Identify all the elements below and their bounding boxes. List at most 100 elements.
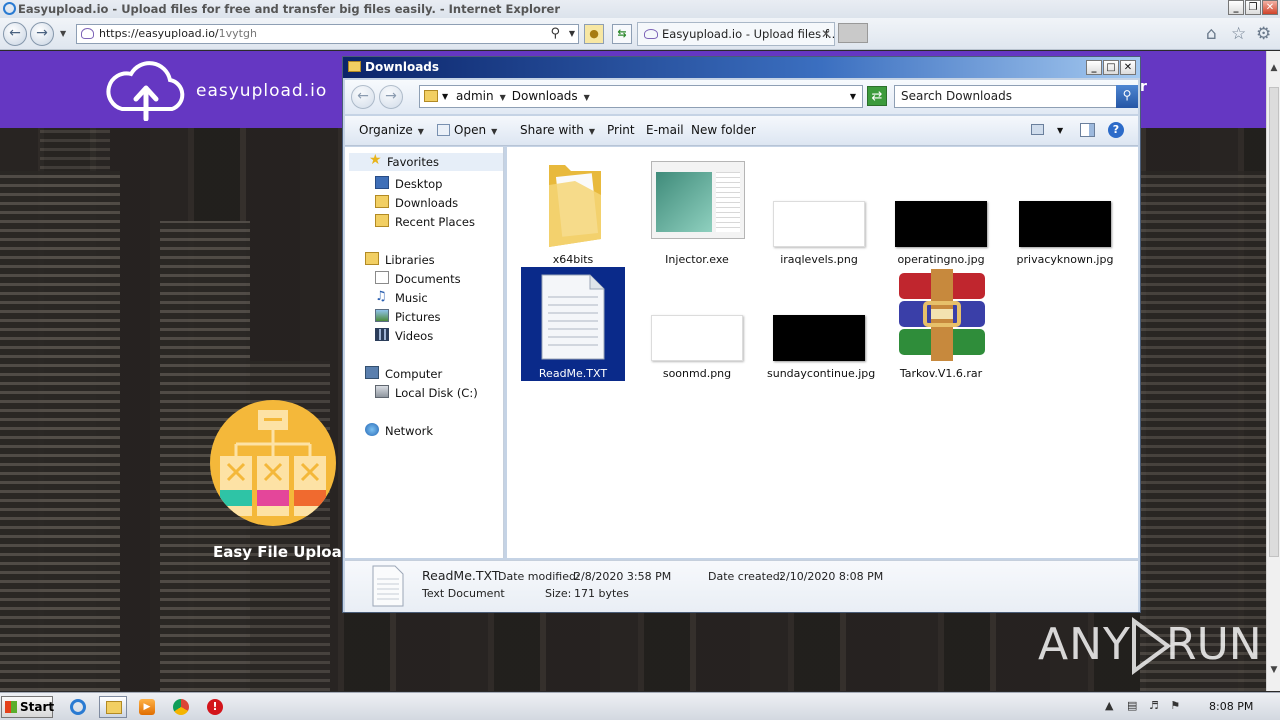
file-item[interactable]: x64bits bbox=[521, 153, 625, 267]
tab-favicon-icon bbox=[644, 29, 658, 39]
file-item[interactable]: operatingno.jpg bbox=[889, 153, 993, 267]
refresh-button[interactable]: ⇆ bbox=[612, 24, 632, 44]
explorer-back-button[interactable]: ← bbox=[351, 85, 375, 109]
search-input[interactable]: Search Downloads ⚲ bbox=[894, 85, 1138, 108]
search-button[interactable]: ⚲ bbox=[1116, 85, 1138, 108]
breadcrumb[interactable]: ▼ admin ▼ Downloads ▼ ▼ bbox=[419, 85, 863, 108]
search-icon[interactable]: ⚲ bbox=[550, 25, 560, 43]
tools-gear-icon[interactable]: ⚙ bbox=[1256, 26, 1271, 43]
history-dropdown-icon[interactable]: ▼ bbox=[60, 29, 66, 38]
recent-places-icon bbox=[375, 214, 389, 227]
back-button[interactable]: ← bbox=[3, 22, 27, 46]
network-tray-icon[interactable]: ▤ bbox=[1127, 699, 1137, 712]
details-modified-label: Date modified: bbox=[498, 570, 580, 583]
explorer-close-button[interactable]: ✕ bbox=[1120, 60, 1136, 75]
image-thumbnail-icon bbox=[773, 315, 865, 361]
nav-item-favorites[interactable]: ★ Favorites bbox=[349, 153, 503, 171]
file-name: iraqlevels.png bbox=[780, 253, 858, 266]
file-item[interactable]: Injector.exe bbox=[645, 153, 749, 267]
file-item[interactable]: iraqlevels.png bbox=[767, 153, 871, 267]
favorites-star-icon[interactable]: ☆ bbox=[1231, 26, 1246, 43]
taskbar-media-player[interactable]: ▶ bbox=[133, 696, 161, 718]
desktop-icon bbox=[375, 176, 389, 189]
share-with-label: Share with bbox=[520, 123, 584, 137]
folder-icon bbox=[549, 165, 601, 247]
file-item[interactable]: sundaycontinue.jpg bbox=[767, 267, 876, 381]
chevron-down-icon[interactable]: ▼ bbox=[584, 93, 590, 102]
file-name: Injector.exe bbox=[665, 253, 729, 266]
print-button[interactable]: Print bbox=[607, 123, 635, 137]
address-dropdown-icon[interactable]: ▼ bbox=[850, 86, 856, 107]
address-dropdown-icon[interactable]: ▼ bbox=[569, 25, 575, 43]
clock[interactable]: 8:08 PM bbox=[1209, 700, 1253, 713]
windows-logo-icon bbox=[5, 701, 17, 713]
address-bar[interactable]: https://easyupload.io/1vytgh ⚲ ▼ bbox=[76, 24, 579, 44]
refresh-icon: ⇄ bbox=[871, 89, 883, 104]
taskbar-internet-explorer[interactable] bbox=[64, 696, 92, 718]
scroll-thumb[interactable] bbox=[1269, 87, 1279, 557]
scroll-up-icon[interactable]: ▲ bbox=[1268, 63, 1280, 73]
feature-label: Easy File Upload bbox=[213, 543, 353, 561]
exe-thumbnail-icon bbox=[651, 161, 745, 239]
action-center-flag-icon[interactable]: ⚑ bbox=[1170, 699, 1180, 712]
breadcrumb-item-downloads[interactable]: Downloads bbox=[512, 89, 578, 103]
explorer-minimize-button[interactable]: _ bbox=[1086, 60, 1102, 75]
file-item[interactable]: privacyknown.jpg bbox=[1013, 153, 1117, 267]
tab-easyupload[interactable]: Easyupload.io - Upload files f... ✕ bbox=[637, 22, 835, 46]
start-button[interactable]: Start bbox=[1, 696, 54, 718]
organize-button[interactable]: Organize ▼ bbox=[359, 123, 424, 137]
taskbar-chrome[interactable] bbox=[167, 696, 195, 718]
file-item-selected[interactable]: ReadMe.TXT bbox=[521, 267, 625, 381]
minimize-button[interactable]: _ bbox=[1228, 0, 1244, 15]
preview-pane-icon[interactable] bbox=[1080, 123, 1095, 137]
chrome-icon bbox=[173, 699, 189, 715]
new-tab-button[interactable] bbox=[838, 23, 868, 43]
image-thumbnail-icon bbox=[773, 201, 865, 247]
view-options-icon[interactable] bbox=[1031, 124, 1044, 135]
help-icon[interactable]: ? bbox=[1108, 122, 1124, 138]
nav-label: Documents bbox=[395, 272, 461, 286]
watermark-text-left: ANY bbox=[1038, 619, 1131, 670]
open-button[interactable]: Open ▼ bbox=[437, 123, 497, 137]
new-folder-button[interactable]: New folder bbox=[691, 123, 756, 137]
file-name: sundaycontinue.jpg bbox=[767, 367, 876, 380]
page-scrollbar[interactable]: ▲ ▼ bbox=[1266, 51, 1280, 691]
explorer-refresh-button[interactable]: ⇄ bbox=[867, 86, 887, 106]
file-item[interactable]: soonmd.png bbox=[645, 267, 749, 381]
chevron-down-icon[interactable]: ▼ bbox=[1057, 126, 1063, 135]
tab-close-icon[interactable]: ✕ bbox=[821, 23, 831, 45]
cloud-upload-logo-icon[interactable] bbox=[100, 59, 192, 121]
close-button[interactable]: ✕ bbox=[1262, 0, 1278, 15]
forward-arrow-icon: → bbox=[36, 25, 48, 41]
email-button[interactable]: E-mail bbox=[646, 123, 684, 137]
command-bar: Organize ▼ Open ▼ Share with ▼ Print E-mail… bbox=[345, 116, 1138, 146]
breadcrumb-item-admin[interactable]: admin bbox=[456, 89, 494, 103]
explorer-forward-button[interactable]: → bbox=[379, 85, 403, 109]
explorer-titlebar[interactable]: Downloads _ □ ✕ bbox=[343, 57, 1140, 78]
security-lock-button[interactable]: ● bbox=[584, 24, 604, 44]
site-name[interactable]: easyupload.io bbox=[196, 81, 327, 101]
restore-button[interactable]: ❐ bbox=[1245, 0, 1261, 15]
scroll-down-icon[interactable]: ▼ bbox=[1268, 665, 1280, 675]
red-stop-icon: ! bbox=[207, 699, 223, 715]
ie-logo-icon bbox=[3, 2, 16, 15]
forward-arrow-icon: → bbox=[385, 88, 397, 104]
explorer-maximize-button[interactable]: □ bbox=[1103, 60, 1119, 75]
show-hidden-icons-icon[interactable]: ▲ bbox=[1105, 699, 1113, 712]
taskbar-stop-app[interactable]: ! bbox=[201, 696, 229, 718]
chevron-down-icon[interactable]: ▼ bbox=[442, 86, 448, 107]
forward-button[interactable]: → bbox=[30, 22, 54, 46]
nav-label: Recent Places bbox=[395, 215, 475, 229]
back-arrow-icon: ← bbox=[357, 88, 369, 104]
share-with-button[interactable]: Share with ▼ bbox=[520, 123, 595, 137]
chevron-down-icon[interactable]: ▼ bbox=[500, 93, 506, 102]
details-pane: ReadMe.TXT Text Document Date modified: … bbox=[345, 560, 1138, 612]
site-nav-link[interactable]: r bbox=[1140, 79, 1147, 95]
file-item[interactable]: Tarkov.V1.6.rar bbox=[889, 267, 993, 381]
home-icon[interactable]: ⌂ bbox=[1206, 26, 1217, 43]
file-name: x64bits bbox=[552, 253, 594, 266]
watermark-text-right: RUN bbox=[1166, 619, 1262, 670]
organize-label: Organize bbox=[359, 123, 413, 137]
volume-icon[interactable]: ♬ bbox=[1149, 699, 1159, 712]
taskbar-explorer[interactable] bbox=[99, 696, 127, 718]
